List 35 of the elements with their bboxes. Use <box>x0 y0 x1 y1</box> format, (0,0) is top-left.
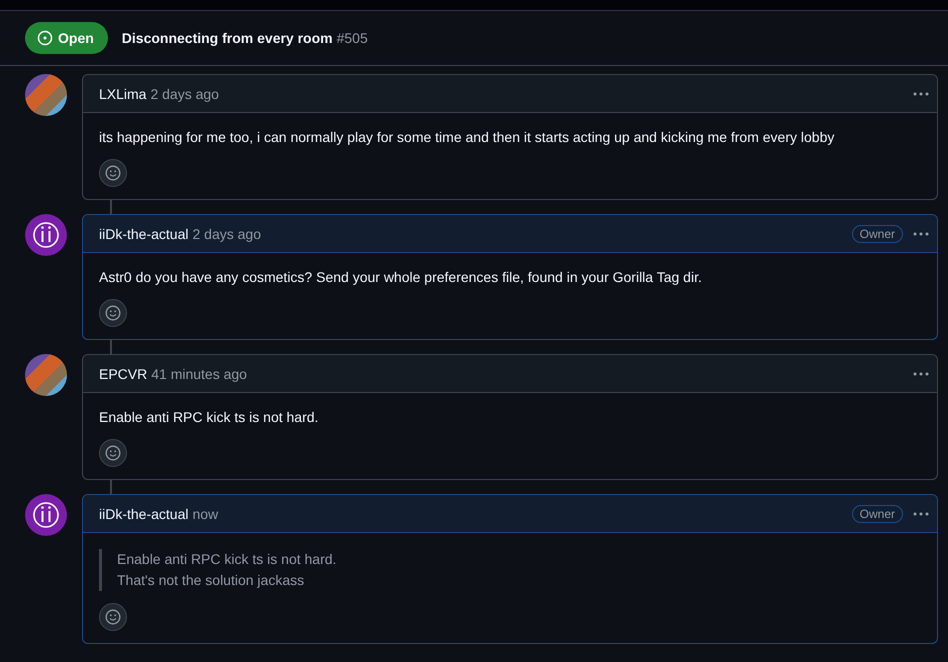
owner-badge: Owner <box>852 504 903 522</box>
issue-number: #505 <box>336 30 368 46</box>
more-options-icon[interactable] <box>913 232 929 236</box>
add-reaction-button[interactable] <box>99 439 127 467</box>
open-circle-icon <box>37 30 53 46</box>
comment-author[interactable]: iiDk-the-actual <box>99 506 188 522</box>
avatar-logo-icon[interactable] <box>25 494 67 536</box>
comment-text: its happening for me too, i can normally play for some time and then it starts acting up and kicking me from every lobby <box>99 129 836 145</box>
comment-author[interactable]: LXLima <box>99 86 146 102</box>
issue-title: Disconnecting from every room <box>122 30 333 46</box>
add-reaction-button[interactable] <box>99 603 127 631</box>
owner-badge: Owner <box>852 224 903 242</box>
more-options-icon[interactable] <box>913 92 929 96</box>
more-options-icon[interactable] <box>913 512 929 516</box>
quote-line: That's not the solution jackass <box>117 571 306 590</box>
comment-text: Enable anti RPC kick ts is not hard. <box>99 409 320 425</box>
comment-author[interactable]: iiDk-the-actual <box>99 226 188 242</box>
smiley-icon <box>105 445 121 461</box>
state-label: Open <box>58 30 94 46</box>
comment-time[interactable]: now <box>192 506 218 522</box>
comment-time[interactable]: 2 days ago <box>150 86 219 102</box>
comment-time[interactable]: 2 days ago <box>192 226 261 242</box>
add-reaction-button[interactable] <box>99 299 127 327</box>
avatar-photo-placeholder[interactable] <box>25 74 67 116</box>
add-reaction-button[interactable] <box>99 159 127 187</box>
more-options-icon[interactable] <box>913 372 929 376</box>
smiley-icon <box>105 609 121 625</box>
comment-author[interactable]: EPCVR <box>99 366 148 382</box>
smiley-icon <box>105 165 121 181</box>
comment-text: Astr0 do you have any cosmetics? Send your whole preferences file, found in your Gorilla Tag dir. <box>99 269 703 285</box>
quote-line: Enable anti RPC kick ts is not hard. <box>117 550 338 569</box>
avatar-logo-icon[interactable] <box>25 214 67 256</box>
comment-time[interactable]: 41 minutes ago <box>151 366 247 382</box>
smiley-icon <box>105 305 121 321</box>
avatar-photo-placeholder[interactable] <box>25 354 67 396</box>
